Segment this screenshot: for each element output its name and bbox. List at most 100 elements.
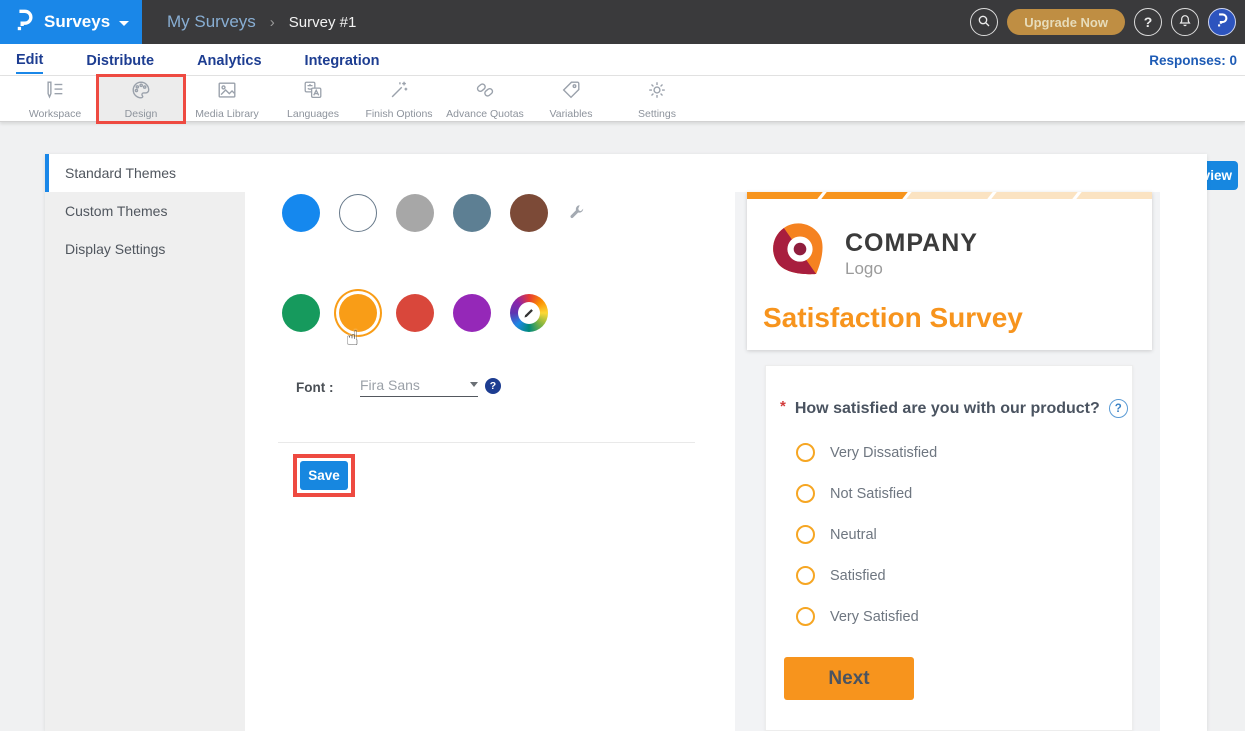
gear-icon	[646, 79, 668, 106]
workspace-icon	[44, 79, 66, 106]
section-nav: Edit Distribute Analytics Integration Re…	[0, 44, 1245, 76]
tab-edit[interactable]: Edit	[16, 46, 43, 74]
breadcrumb-separator: ›	[270, 14, 275, 31]
survey-title: Satisfaction Survey	[763, 302, 1023, 334]
product-switcher[interactable]: Surveys	[0, 0, 142, 44]
design-panel: Standard Themes Custom Themes Display Se…	[45, 154, 1207, 731]
survey-preview: COMPANY Logo Satisfaction Survey * How s…	[735, 192, 1160, 731]
toolbar-item-design[interactable]: Design	[98, 76, 184, 122]
header-actions: Upgrade Now ?	[970, 0, 1236, 44]
magic-wand-icon	[388, 79, 410, 106]
customize-theme-button[interactable]	[568, 203, 587, 227]
progress-segment	[991, 192, 1077, 199]
toolbar-label: Design	[125, 108, 158, 120]
help-icon: ?	[1144, 14, 1153, 30]
radio-icon[interactable]	[796, 607, 815, 626]
theme-color-white[interactable]	[339, 194, 377, 232]
toolbar-label: Media Library	[195, 108, 259, 120]
question-text: How satisfied are you with our product?	[795, 400, 1100, 418]
questionpro-avatar-icon	[1215, 12, 1229, 33]
theme-color-gray[interactable]	[396, 194, 434, 232]
tag-icon	[560, 79, 582, 106]
sidebar-item-display-settings[interactable]: Display Settings	[45, 230, 245, 268]
next-button[interactable]: Next	[784, 657, 914, 700]
upgrade-now-button[interactable]: Upgrade Now	[1007, 9, 1125, 35]
breadcrumb: My Surveys › Survey #1	[167, 0, 356, 44]
toolbar-item-languages[interactable]: Languages	[270, 76, 356, 122]
custom-color-picker[interactable]	[510, 294, 548, 332]
progress-segment	[747, 192, 823, 199]
breadcrumb-current-survey: Survey #1	[289, 14, 357, 31]
progress-segment	[821, 192, 907, 199]
save-button[interactable]: Save	[300, 461, 348, 490]
app-window: Surveys My Surveys › Survey #1 Upgrade N…	[0, 0, 1245, 731]
toolbar-item-advance-quotas[interactable]: Advance Quotas	[442, 76, 528, 122]
tab-integration[interactable]: Integration	[305, 47, 380, 73]
chain-links-icon	[474, 79, 496, 106]
responses-count[interactable]: Responses: 0	[1149, 44, 1237, 76]
theme-color-slate[interactable]	[453, 194, 491, 232]
font-value: Fira Sans	[360, 377, 420, 393]
theme-color-red[interactable]	[396, 294, 434, 332]
theme-color-blue[interactable]	[282, 194, 320, 232]
translate-icon	[302, 79, 324, 106]
toolbar-label: Finish Options	[365, 108, 432, 120]
question-help-icon[interactable]: ?	[1109, 399, 1128, 418]
theme-color-purple[interactable]	[453, 294, 491, 332]
sidebar-item-standard-themes[interactable]: Standard Themes	[45, 154, 245, 192]
progress-segment	[1076, 192, 1152, 199]
option-satisfied[interactable]: Satisfied	[796, 555, 1112, 596]
save-highlight-annotation: Save	[293, 454, 355, 497]
toolbar-label: Variables	[550, 108, 593, 120]
map-pin-logo-icon	[769, 220, 831, 287]
question-card: * How satisfied are you with our product…	[765, 365, 1133, 731]
notifications-button[interactable]	[1171, 8, 1199, 36]
option-very-satisfied[interactable]: Very Satisfied	[796, 596, 1112, 637]
option-not-satisfied[interactable]: Not Satisfied	[796, 473, 1112, 514]
toolbar-item-workspace[interactable]: Workspace	[12, 76, 98, 122]
progress-segment	[906, 192, 992, 199]
survey-header-card: COMPANY Logo Satisfaction Survey	[747, 192, 1152, 350]
top-header: Surveys My Surveys › Survey #1 Upgrade N…	[0, 0, 1245, 44]
tab-distribute[interactable]: Distribute	[86, 47, 154, 73]
radio-icon[interactable]	[796, 484, 815, 503]
company-logo: COMPANY Logo	[769, 220, 978, 287]
themes-sidebar: Standard Themes Custom Themes Display Se…	[45, 154, 245, 731]
tab-analytics[interactable]: Analytics	[197, 47, 261, 73]
image-icon	[216, 79, 238, 106]
theme-color-green[interactable]	[282, 294, 320, 332]
radio-icon[interactable]	[796, 443, 815, 462]
toolbar-item-variables[interactable]: Variables	[528, 76, 614, 122]
color-picker-pencil-icon	[518, 302, 540, 324]
toolbar-label: Advance Quotas	[446, 108, 524, 120]
radio-icon[interactable]	[796, 566, 815, 585]
option-very-dissatisfied[interactable]: Very Dissatisfied	[796, 432, 1112, 473]
required-marker: *	[780, 398, 786, 415]
toolbar-item-finish-options[interactable]: Finish Options	[356, 76, 442, 122]
divider	[278, 442, 695, 443]
search-button[interactable]	[970, 8, 998, 36]
toolbar-item-settings[interactable]: Settings	[614, 76, 700, 122]
theme-color-brown[interactable]	[510, 194, 548, 232]
chevron-down-icon	[470, 382, 478, 387]
font-help-button[interactable]: ?	[485, 378, 501, 394]
progress-bar	[747, 192, 1152, 199]
theme-color-orange-selected[interactable]	[339, 294, 377, 332]
breadcrumb-my-surveys[interactable]: My Surveys	[167, 12, 256, 32]
toolbar-label: Settings	[638, 108, 676, 120]
product-label: Surveys	[44, 12, 110, 32]
toolbar-label: Languages	[287, 108, 339, 120]
font-dropdown[interactable]: Fira Sans	[360, 373, 478, 397]
chevron-down-icon	[119, 21, 129, 26]
wrench-icon	[568, 209, 587, 226]
palette-icon	[130, 79, 152, 106]
toolbar-item-media-library[interactable]: Media Library	[184, 76, 270, 122]
option-neutral[interactable]: Neutral	[796, 514, 1112, 555]
search-icon	[976, 13, 992, 32]
help-button[interactable]: ?	[1134, 8, 1162, 36]
answer-options: Very Dissatisfied Not Satisfied Neutral …	[796, 432, 1112, 637]
account-avatar[interactable]	[1208, 8, 1236, 36]
logo-subtitle: Logo	[845, 259, 978, 279]
sidebar-item-custom-themes[interactable]: Custom Themes	[45, 192, 245, 230]
radio-icon[interactable]	[796, 525, 815, 544]
